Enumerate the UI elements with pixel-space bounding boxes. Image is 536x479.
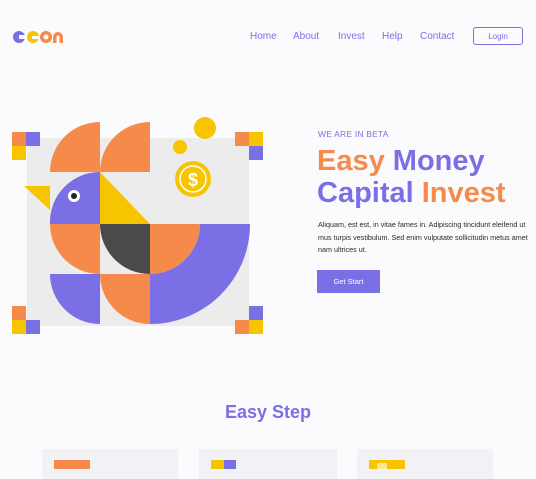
dollar-coin-icon: $ [175, 161, 211, 197]
coin-symbol: $ [188, 170, 198, 190]
nav-invest-link[interactable]: Invest [338, 31, 365, 42]
nav-help-link[interactable]: Help [382, 31, 403, 42]
step-card [357, 449, 493, 479]
headline-word-easy: Easy [317, 145, 385, 177]
hero-headline: Easy Money Capital Invest [317, 145, 506, 209]
step-card-icon [369, 460, 405, 474]
nav-home-link[interactable]: Home [250, 31, 277, 42]
headline-word-invest: Invest [421, 177, 506, 209]
step-card-icon [211, 460, 236, 474]
step-card [42, 449, 178, 479]
headline-word-money: Money [392, 145, 485, 177]
nav-contact-link[interactable]: Contact [420, 31, 454, 42]
login-button[interactable]: Login [473, 27, 523, 45]
hero-eyebrow: WE ARE IN BETA [318, 129, 389, 139]
hero-description: Aliquam, est est, in vitae fames in. Adi… [318, 220, 528, 254]
nav-about-link[interactable]: About [293, 31, 319, 42]
step-card-icon [54, 460, 90, 474]
get-start-button[interactable]: Get Start [317, 270, 380, 293]
headline-word-capital: Capital [317, 177, 414, 209]
step-card [199, 449, 337, 479]
brand-logo[interactable] [12, 30, 64, 44]
hero-illustration: $ [12, 117, 263, 334]
steps-section-title: Easy Step [224, 402, 312, 422]
